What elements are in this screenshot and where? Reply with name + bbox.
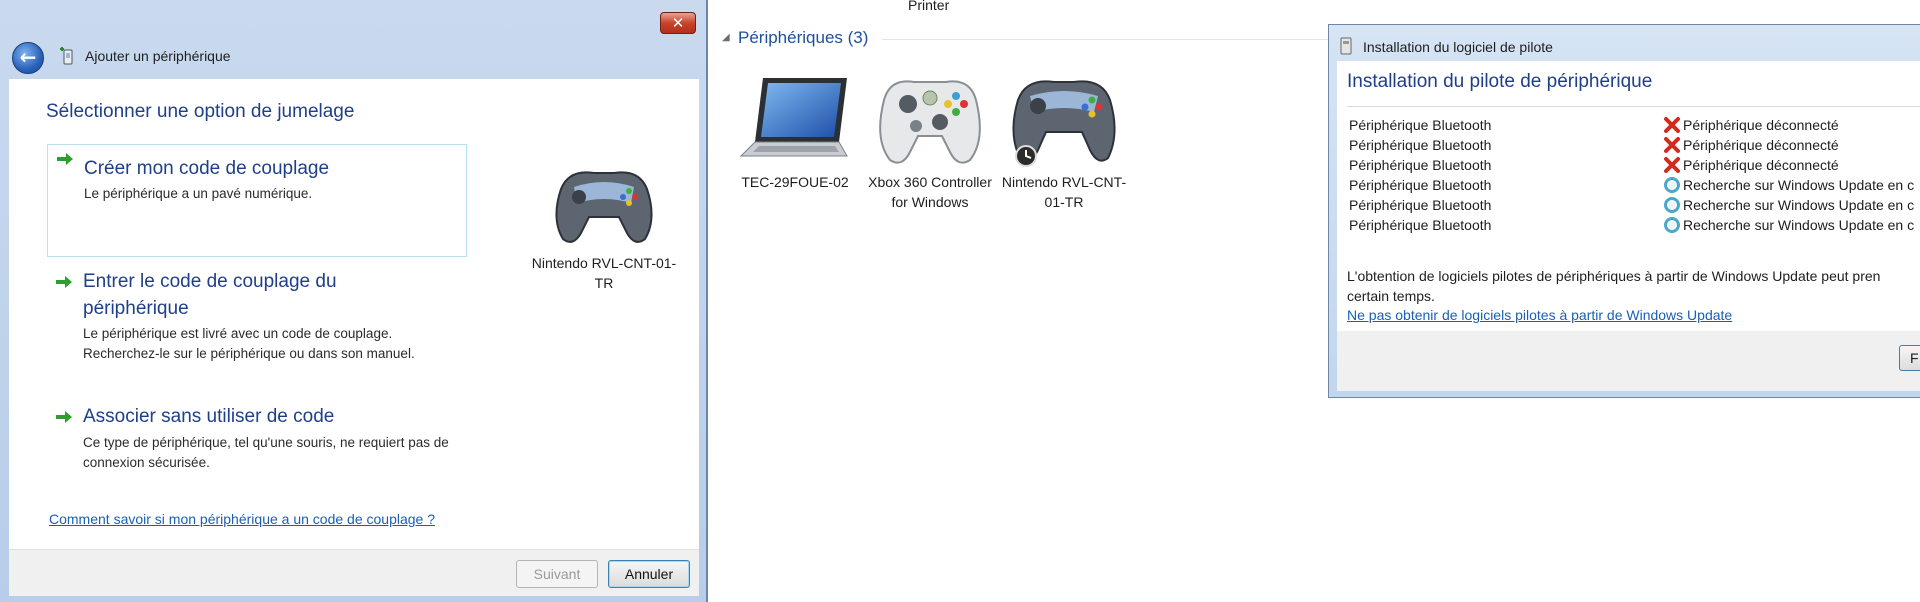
driver-status: Recherche sur Windows Update en c — [1683, 177, 1915, 193]
option-description: Le périphérique a un pavé numérique. — [84, 186, 313, 201]
driver-status: Périphérique déconnecté — [1683, 117, 1839, 133]
cancel-button[interactable]: Annuler — [608, 560, 690, 588]
selected-device: Nintendo RVL-CNT-01-TR — [529, 159, 679, 293]
error-x-icon — [1664, 157, 1680, 173]
device-label: Nintendo RVL-CNT-01-TR — [531, 255, 677, 291]
page-heading: Sélectionner une option de jumelage — [46, 101, 355, 122]
driver-icon — [1340, 37, 1352, 55]
close-dialog-button[interactable]: F — [1899, 345, 1920, 371]
driver-device-name: Périphérique Bluetooth — [1349, 217, 1492, 233]
searching-spinner-icon — [1664, 217, 1680, 233]
driver-row: Périphérique Bluetooth Périphérique déco… — [1349, 135, 1920, 155]
heading-divider — [1347, 106, 1920, 107]
window-title: Ajouter un périphérique — [85, 48, 231, 64]
window-title: Installation du logiciel de pilote — [1363, 39, 1553, 55]
driver-status: Recherche sur Windows Update en c — [1683, 197, 1915, 213]
green-arrow-icon — [57, 153, 73, 165]
searching-spinner-icon — [1664, 197, 1680, 213]
driver-installation-dialog: Installation du logiciel de pilote Insta… — [1328, 24, 1920, 398]
laptop-icon — [739, 78, 848, 157]
green-arrow-icon — [56, 276, 72, 288]
skip-windows-update-link[interactable]: Ne pas obtenir de logiciels pilotes à pa… — [1347, 307, 1732, 323]
wizard-content: Sélectionner une option de jumelage Crée… — [9, 79, 699, 549]
xbox-controller-icon — [879, 80, 981, 164]
driver-device-name: Périphérique Bluetooth — [1349, 177, 1492, 193]
device-laptop[interactable]: TEC-29FOUE-02 — [725, 60, 865, 192]
option-enter-pairing-code[interactable]: Entrer le code de couplage du périphériq… — [47, 266, 467, 376]
error-x-icon — [1664, 137, 1680, 153]
driver-row: Périphérique Bluetooth Périphérique déco… — [1349, 155, 1920, 175]
driver-device-name: Périphérique Bluetooth — [1349, 137, 1492, 153]
dialog-heading: Installation du pilote de périphérique — [1347, 71, 1653, 92]
driver-status: Périphérique déconnecté — [1683, 137, 1839, 153]
driver-row: Périphérique Bluetooth Recherche sur Win… — [1349, 175, 1920, 195]
device-label: Nintendo RVL-CNT-01-TR — [1001, 174, 1127, 210]
device-xbox-controller[interactable]: Xbox 360 Controller for Windows — [860, 60, 1000, 212]
driver-row: Périphérique Bluetooth Recherche sur Win… — [1349, 195, 1920, 215]
driver-row: Périphérique Bluetooth Périphérique déco… — [1349, 115, 1920, 135]
add-device-wizard-window: ✕ ← Ajouter un périphérique Sélectionner… — [0, 0, 708, 602]
printer-label[interactable]: Printer — [908, 0, 949, 13]
back-button[interactable]: ← — [12, 42, 44, 74]
option-title: Créer mon code de couplage — [84, 158, 330, 179]
green-arrow-icon — [56, 411, 72, 423]
info-line: L'obtention de logiciels pilotes de péri… — [1347, 268, 1881, 284]
wizard-footer: Suivant Annuler — [9, 549, 699, 596]
close-button[interactable]: ✕ — [660, 12, 696, 34]
next-button[interactable]: Suivant — [516, 560, 598, 588]
option-title: Associer sans utiliser de code — [83, 406, 335, 427]
driver-device-name: Périphérique Bluetooth — [1349, 157, 1492, 173]
driver-dialog-footer: F — [1337, 331, 1920, 391]
option-title: Entrer le code de couplage du périphériq… — [83, 271, 337, 319]
pairing-code-help-link[interactable]: Comment savoir si mon périphérique a un … — [49, 511, 435, 527]
device-label: Xbox 360 Controller for Windows — [868, 174, 992, 210]
info-line: certain temps. — [1347, 288, 1435, 304]
driver-row: Périphérique Bluetooth Recherche sur Win… — [1349, 215, 1920, 235]
gamepad-icon — [1012, 80, 1116, 167]
driver-device-name: Périphérique Bluetooth — [1349, 117, 1492, 133]
driver-info-text: L'obtention de logiciels pilotes de péri… — [1347, 266, 1920, 306]
option-description: Ce type de périphérique, tel qu'une sour… — [83, 435, 449, 470]
driver-status: Périphérique déconnecté — [1683, 157, 1839, 173]
option-pair-without-code[interactable]: Associer sans utiliser de code Ce type d… — [47, 401, 467, 471]
collapse-triangle-icon[interactable]: ◢ — [722, 32, 730, 43]
driver-device-name: Périphérique Bluetooth — [1349, 197, 1492, 213]
devices-group-header[interactable]: Périphériques (3) — [738, 28, 868, 48]
searching-spinner-icon — [1664, 177, 1680, 193]
driver-status: Recherche sur Windows Update en c — [1683, 217, 1915, 233]
device-nintendo-controller[interactable]: Nintendo RVL-CNT-01-TR — [994, 60, 1134, 212]
gamepad-icon — [555, 171, 653, 243]
device-label: TEC-29FOUE-02 — [741, 174, 849, 190]
driver-dialog-body: Installation du pilote de périphérique P… — [1337, 61, 1920, 367]
add-device-icon — [60, 47, 73, 65]
error-x-icon — [1664, 117, 1680, 133]
option-description: Le périphérique est livré avec un code d… — [83, 326, 415, 361]
option-create-pairing-code[interactable]: Créer mon code de couplage Le périphériq… — [47, 144, 467, 257]
